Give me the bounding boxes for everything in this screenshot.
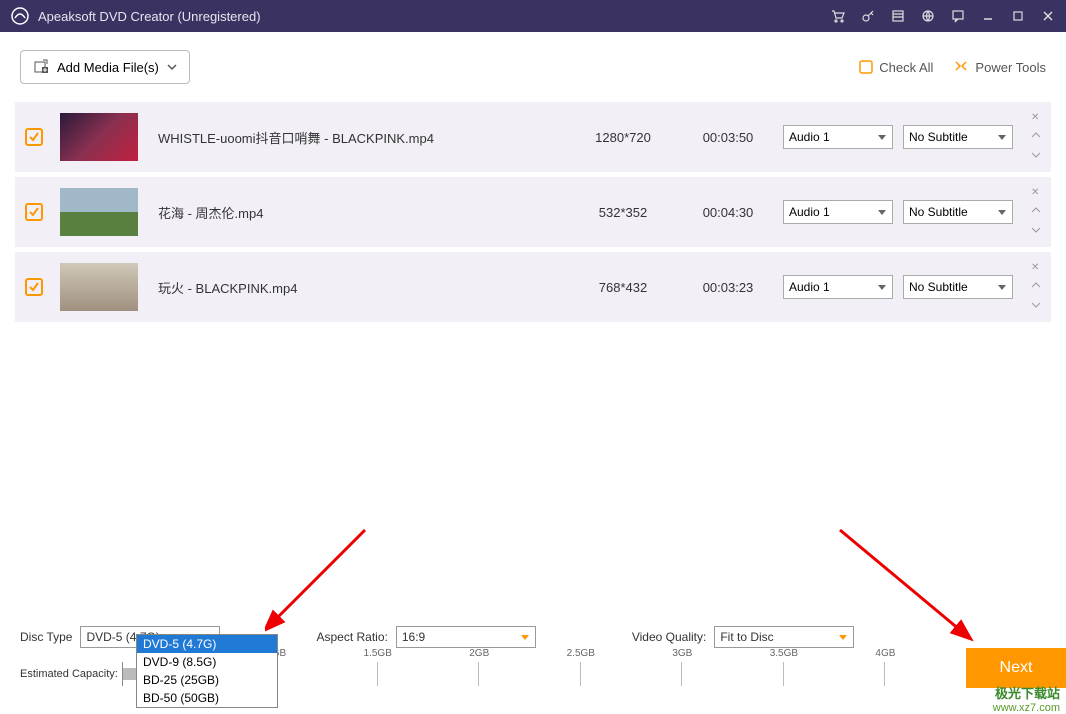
power-tools-label: Power Tools bbox=[975, 60, 1046, 75]
subtitle-select[interactable]: No Subtitle bbox=[903, 125, 1013, 149]
estimated-capacity-label: Estimated Capacity: bbox=[20, 668, 118, 680]
filename: WHISTLE-uoomi抖音口哨舞 - BLACKPINK.mp4 bbox=[148, 128, 563, 147]
menu-icon[interactable] bbox=[890, 8, 906, 24]
dropdown-option[interactable]: DVD-5 (4.7G) bbox=[137, 635, 277, 653]
audio-select[interactable]: Audio 1 bbox=[783, 200, 893, 224]
move-down-icon[interactable] bbox=[1031, 220, 1041, 238]
power-tools-button[interactable]: Power Tools bbox=[953, 59, 1046, 75]
row-checkbox[interactable] bbox=[25, 128, 43, 146]
thumbnail bbox=[60, 188, 138, 236]
next-button[interactable]: Next bbox=[966, 648, 1066, 688]
feedback-icon[interactable] bbox=[950, 8, 966, 24]
app-logo-icon bbox=[10, 6, 30, 26]
watermark: 极光下载站 www.xz7.com bbox=[993, 683, 1060, 714]
media-row[interactable]: 玩火 - BLACKPINK.mp4 768*432 00:03:23 Audi… bbox=[15, 252, 1051, 322]
row-checkbox[interactable] bbox=[25, 203, 43, 221]
filename: 花海 - 周杰伦.mp4 bbox=[148, 203, 563, 222]
resolution: 532*352 bbox=[573, 205, 673, 220]
move-down-icon[interactable] bbox=[1031, 295, 1041, 313]
cart-icon[interactable] bbox=[830, 8, 846, 24]
key-icon[interactable] bbox=[860, 8, 876, 24]
move-down-icon[interactable] bbox=[1031, 145, 1041, 163]
row-checkbox[interactable] bbox=[25, 278, 43, 296]
titlebar: Apeaksoft DVD Creator (Unregistered) bbox=[0, 0, 1066, 32]
minimize-icon[interactable] bbox=[980, 8, 996, 24]
media-row[interactable]: 花海 - 周杰伦.mp4 532*352 00:04:30 Audio 1 No… bbox=[15, 177, 1051, 247]
remove-icon[interactable]: ✕ bbox=[1031, 112, 1041, 123]
audio-select[interactable]: Audio 1 bbox=[783, 125, 893, 149]
thumbnail bbox=[60, 113, 138, 161]
aspect-ratio-select[interactable]: 16:9 bbox=[396, 626, 536, 648]
disc-type-dropdown[interactable]: DVD-5 (4.7G) DVD-9 (8.5G) BD-25 (25GB) B… bbox=[136, 634, 278, 708]
remove-icon[interactable]: ✕ bbox=[1031, 187, 1041, 198]
disc-type-label: Disc Type bbox=[20, 630, 72, 644]
duration: 00:03:23 bbox=[683, 280, 773, 295]
subtitle-select[interactable]: No Subtitle bbox=[903, 275, 1013, 299]
resolution: 768*432 bbox=[573, 280, 673, 295]
check-all-toggle[interactable]: Check All bbox=[859, 60, 933, 75]
resolution: 1280*720 bbox=[573, 130, 673, 145]
add-media-button[interactable]: Add Media File(s) bbox=[20, 50, 190, 84]
dropdown-option[interactable]: BD-25 (25GB) bbox=[137, 671, 277, 689]
duration: 00:04:30 bbox=[683, 205, 773, 220]
subtitle-select[interactable]: No Subtitle bbox=[903, 200, 1013, 224]
move-up-icon[interactable] bbox=[1031, 200, 1041, 218]
filename: 玩火 - BLACKPINK.mp4 bbox=[148, 278, 563, 297]
toolbar: Add Media File(s) Check All Power Tools bbox=[0, 32, 1066, 102]
close-icon[interactable] bbox=[1040, 8, 1056, 24]
globe-icon[interactable] bbox=[920, 8, 936, 24]
window-title: Apeaksoft DVD Creator (Unregistered) bbox=[38, 9, 830, 24]
media-list: WHISTLE-uoomi抖音口哨舞 - BLACKPINK.mp4 1280*… bbox=[0, 102, 1066, 322]
remove-icon[interactable]: ✕ bbox=[1031, 262, 1041, 273]
check-all-label: Check All bbox=[879, 60, 933, 75]
dropdown-option[interactable]: DVD-9 (8.5G) bbox=[137, 653, 277, 671]
move-up-icon[interactable] bbox=[1031, 125, 1041, 143]
duration: 00:03:50 bbox=[683, 130, 773, 145]
thumbnail bbox=[60, 263, 138, 311]
video-quality-select[interactable]: Fit to Disc bbox=[714, 626, 854, 648]
audio-select[interactable]: Audio 1 bbox=[783, 275, 893, 299]
video-quality-label: Video Quality: bbox=[632, 630, 707, 644]
move-up-icon[interactable] bbox=[1031, 275, 1041, 293]
maximize-icon[interactable] bbox=[1010, 8, 1026, 24]
aspect-ratio-label: Aspect Ratio: bbox=[316, 630, 387, 644]
chevron-down-icon bbox=[167, 62, 177, 72]
add-media-label: Add Media File(s) bbox=[57, 60, 159, 75]
media-row[interactable]: WHISTLE-uoomi抖音口哨舞 - BLACKPINK.mp4 1280*… bbox=[15, 102, 1051, 172]
dropdown-option[interactable]: BD-50 (50GB) bbox=[137, 689, 277, 707]
